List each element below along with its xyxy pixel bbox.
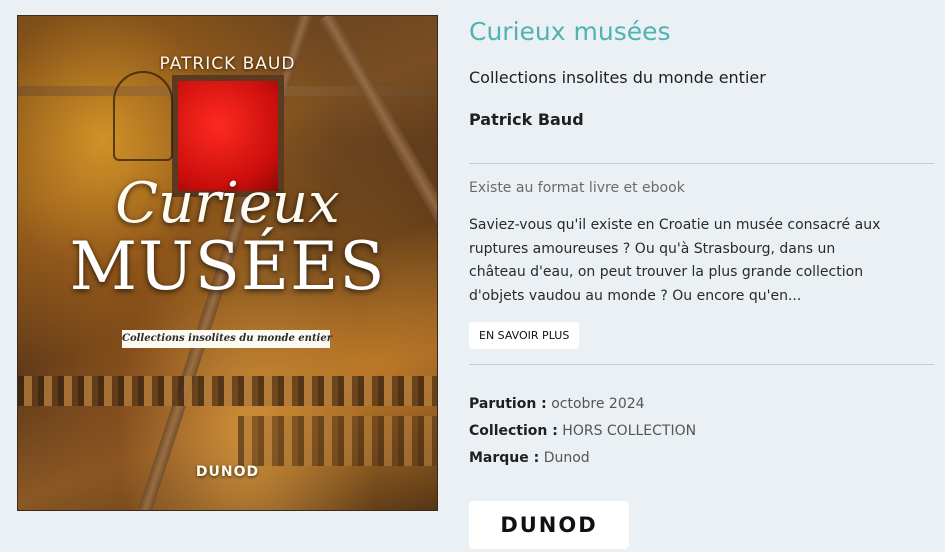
meta-collection-label: Collection :: [469, 423, 558, 439]
meta-marque-value[interactable]: Dunod: [544, 450, 590, 466]
book-formats: Existe au format livre et ebook: [469, 180, 685, 196]
divider: [469, 163, 934, 164]
book-summary: Saviez-vous qu'il existe en Croatie un m…: [469, 217, 881, 304]
publisher-logo-box[interactable]: DUNOD: [469, 501, 629, 549]
publisher-logo: DUNOD: [500, 513, 598, 537]
book-cover-image[interactable]: PATRICK BAUD Curieux MUSÉES Collections …: [17, 15, 438, 511]
meta-marque: Marque : Dunod: [469, 450, 590, 466]
cover-author: PATRICK BAUD: [159, 54, 296, 74]
cover-title-line2: MUSÉES: [69, 228, 386, 305]
cover-subtitle: Collections insolites du monde entier: [122, 330, 332, 348]
meta-parution-label: Parution :: [469, 396, 547, 412]
meta-collection: Collection : HORS COLLECTION: [469, 423, 696, 439]
book-title: Curieux musées: [469, 17, 671, 46]
cover-chandelier: [113, 71, 173, 161]
divider: [469, 364, 934, 365]
meta-parution-value: octobre 2024: [551, 396, 645, 412]
cover-publisher-logo: DUNOD: [195, 464, 260, 480]
book-subtitle: Collections insolites du monde entier: [469, 68, 766, 87]
cover-title-line1: Curieux: [115, 171, 340, 236]
meta-marque-label: Marque :: [469, 450, 540, 466]
meta-parution: Parution : octobre 2024: [469, 396, 645, 412]
meta-collection-value[interactable]: HORS COLLECTION: [562, 423, 696, 439]
read-more-button[interactable]: EN SAVOIR PLUS: [469, 322, 580, 349]
book-author[interactable]: Patrick Baud: [469, 110, 584, 129]
